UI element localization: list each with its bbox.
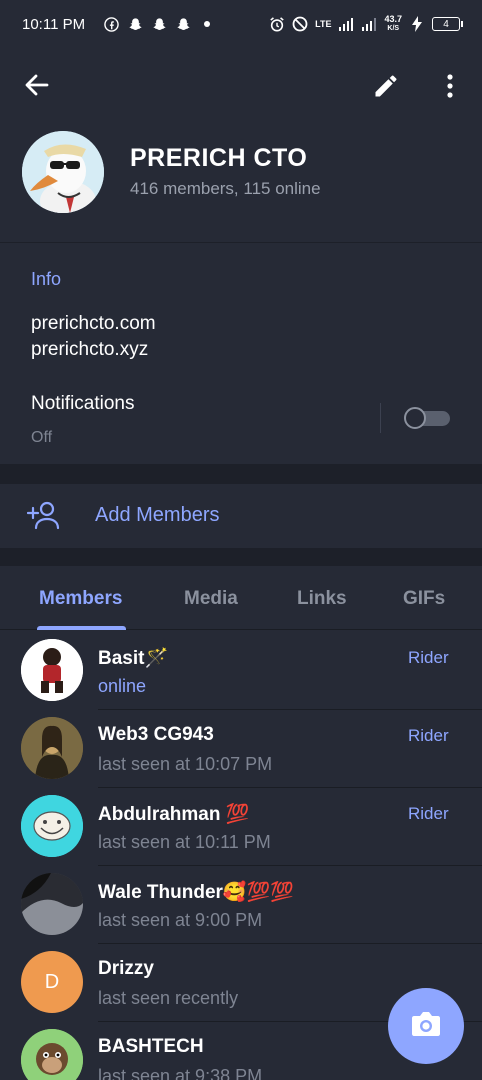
- info-section: Info prerichcto.com prerichcto.xyz Notif…: [0, 242, 482, 464]
- portrait-painting-avatar-icon: [21, 717, 83, 779]
- facebook-notification-icon: [103, 16, 119, 32]
- member-name: Wale Thunder🥰💯💯: [98, 882, 294, 903]
- profile-header: PRERICH CTO 416 members, 115 online: [0, 48, 482, 242]
- member-name: Drizzy: [98, 958, 154, 979]
- network-type: LTE: [315, 19, 332, 29]
- member-name: Abdulrahman 💯: [98, 804, 250, 825]
- ape-avatar-icon: [21, 1029, 83, 1080]
- active-tab-indicator: [37, 626, 126, 630]
- tab-members[interactable]: Members: [39, 588, 122, 610]
- member-avatar: [21, 795, 83, 857]
- alarm-icon: [269, 16, 285, 32]
- member-avatar: [21, 873, 83, 935]
- member-status: online: [98, 676, 147, 696]
- add-members-label: Add Members: [95, 504, 220, 526]
- member-role: Rider: [408, 804, 449, 823]
- member-avatar: [21, 717, 83, 779]
- tab-bar: Members Media Links GIFs: [0, 566, 482, 630]
- add-person-icon: [26, 500, 61, 530]
- status-bar: 10:11 PM LTE 43.7 K/S 4: [0, 0, 482, 48]
- do-not-disturb-icon: [292, 16, 308, 32]
- member-name: Web3 CG943: [98, 724, 214, 745]
- status-time: 10:11 PM: [22, 15, 86, 33]
- network-speed: 43.7 K/S: [384, 15, 402, 33]
- camera-icon: [410, 1010, 442, 1043]
- camera-fab-button[interactable]: [388, 988, 464, 1064]
- member-row[interactable]: Wale Thunder🥰💯💯 last seen at 9:00 PM: [0, 866, 482, 944]
- edit-pencil-icon[interactable]: [372, 72, 400, 100]
- trollface-avatar-icon: [21, 795, 83, 857]
- member-status: last seen at 10:07 PM: [98, 754, 273, 774]
- member-avatar: D: [21, 951, 83, 1013]
- toggle-knob: [404, 407, 426, 429]
- notifications-divider: [380, 403, 381, 433]
- tab-media[interactable]: Media: [184, 588, 238, 610]
- member-avatar: [21, 639, 83, 701]
- notifications-toggle[interactable]: [404, 407, 450, 429]
- battery-indicator: 4: [432, 17, 463, 31]
- member-name: BASHTECH: [98, 1036, 204, 1057]
- member-avatar: [21, 1029, 83, 1080]
- notifications-label[interactable]: Notifications: [31, 393, 135, 415]
- network-speed-unit: K/S: [387, 25, 400, 32]
- tab-links[interactable]: Links: [297, 588, 347, 610]
- member-role: Rider: [408, 648, 449, 667]
- signal-strength-icon: [338, 16, 354, 32]
- info-description[interactable]: prerichcto.com prerichcto.xyz: [31, 311, 156, 363]
- network-speed-value: 43.7: [384, 14, 402, 24]
- group-avatar[interactable]: [22, 131, 104, 213]
- info-heading: Info: [31, 269, 62, 289]
- snapchat-notification-icon: [151, 16, 167, 32]
- member-avatar-initial: D: [44, 970, 60, 993]
- photo-avatar-icon: [21, 873, 83, 935]
- member-status: last seen at 10:11 PM: [98, 832, 271, 852]
- back-arrow-icon[interactable]: [22, 70, 52, 100]
- snapchat-notification-icon: [175, 16, 191, 32]
- cartoon-character-avatar-icon: [21, 639, 83, 701]
- duck-with-sunglasses-icon: [22, 131, 104, 213]
- member-status: last seen recently: [98, 988, 239, 1008]
- member-row[interactable]: Abdulrahman 💯 last seen at 10:11 PM Ride…: [0, 788, 482, 866]
- member-name: Basit🪄: [98, 648, 169, 669]
- member-status: last seen at 9:38 PM: [98, 1066, 263, 1080]
- group-member-count: 416 members, 115 online: [130, 179, 321, 198]
- member-status: last seen at 9:00 PM: [98, 910, 263, 930]
- group-title: PRERICH CTO: [130, 144, 308, 172]
- member-role: Rider: [408, 726, 449, 745]
- snapchat-notification-icon: [127, 16, 143, 32]
- notifications-state: Off: [31, 429, 53, 446]
- tab-gifs[interactable]: GIFs: [403, 588, 445, 610]
- add-members-row[interactable]: Add Members: [0, 484, 482, 548]
- charging-bolt-icon: [409, 16, 425, 32]
- signal-strength-icon: [361, 16, 377, 32]
- more-notifications-dot-icon: [199, 16, 215, 32]
- more-options-icon[interactable]: [440, 72, 460, 100]
- member-row[interactable]: Basit🪄 online Rider: [0, 632, 482, 710]
- member-row[interactable]: Web3 CG943 last seen at 10:07 PM Rider: [0, 710, 482, 788]
